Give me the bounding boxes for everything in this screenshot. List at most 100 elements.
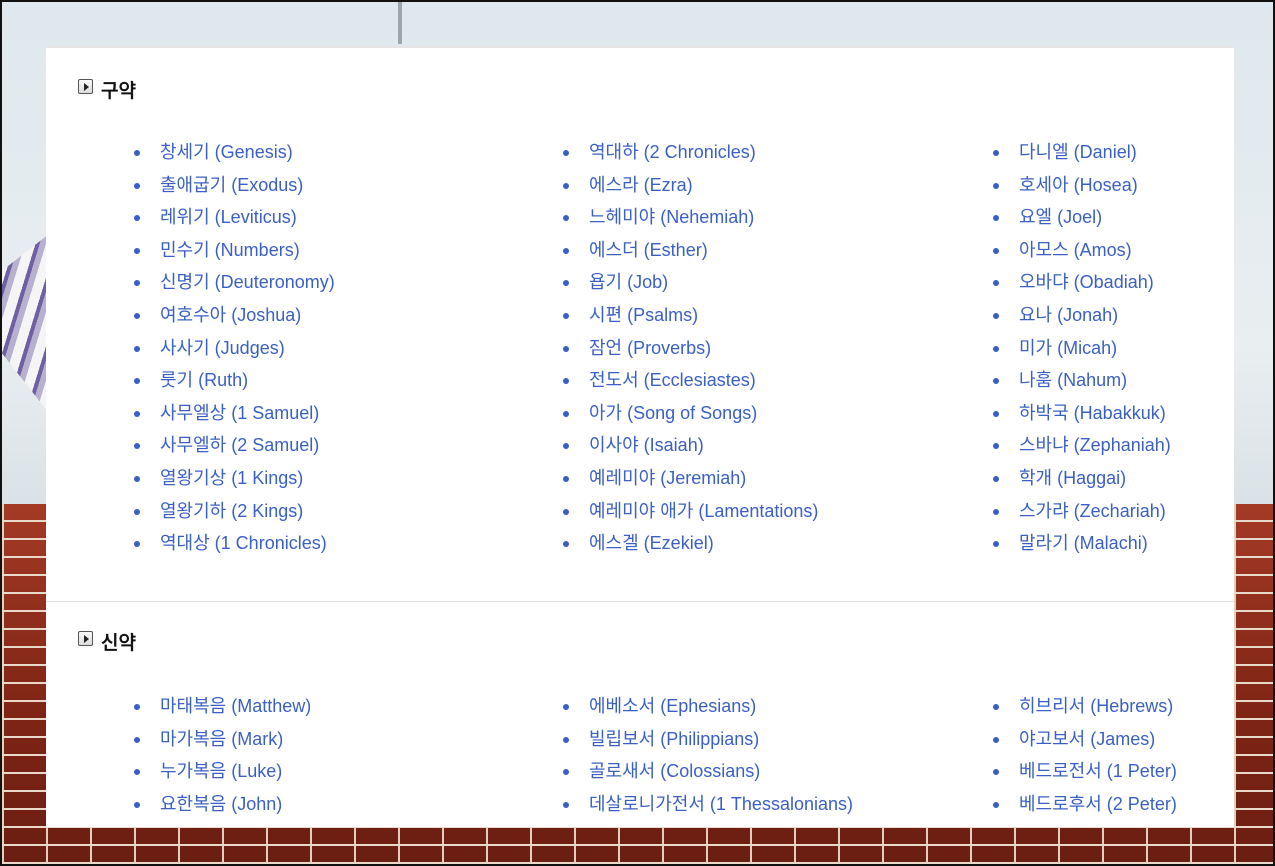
book-link[interactable]: 호세아 (Hosea) [1019,175,1138,195]
book-link[interactable]: 역대상 (1 Chronicles) [160,533,327,553]
book-list-column-3: 히브리서 (Hebrews) 야고보서 (James) 베드로전서 (1 Peter… [993,694,1177,824]
book-link[interactable]: 여호수아 (Joshua) [160,305,301,325]
book-link[interactable]: 출애굽기 (Exodus) [160,175,303,195]
book-link[interactable]: 사사기 (Judges) [160,338,285,358]
book-link[interactable]: 에스라 (Ezra) [589,175,693,195]
book-list-item: 에스겔 (Ezekiel) [563,531,818,564]
section-title: 구약 [101,80,136,102]
book-link[interactable]: 에스더 (Esther) [589,240,708,260]
book-link[interactable]: 에스겔 (Ezekiel) [589,533,714,553]
book-link[interactable]: 요엘 (Joel) [1019,207,1102,227]
book-link[interactable]: 스바냐 (Zephaniah) [1019,435,1171,455]
book-link[interactable]: 데살로니가전서 (1 Thessalonians) [589,794,853,814]
book-link[interactable]: 창세기 (Genesis) [160,142,293,162]
book-link[interactable]: 마태복음 (Matthew) [160,696,311,716]
book-link[interactable]: 히브리서 (Hebrews) [1019,696,1173,716]
book-list-item: 에스더 (Esther) [563,238,818,271]
book-list-item: 하박국 (Habakkuk) [993,401,1171,434]
book-list-item: 에베소서 (Ephesians) [563,694,853,727]
book-list-item: 에스라 (Ezra) [563,173,818,206]
book-link[interactable]: 신명기 (Deuteronomy) [160,272,335,292]
content-card: 구약 창세기 (Genesis) 출애굽기 (Exodus) 레위기 (Leviti… [46,46,1234,827]
book-list-item: 마가복음 (Mark) [134,727,311,760]
book-list-item: 나훔 (Nahum) [993,368,1171,401]
book-list-column-3: 다니엘 (Daniel) 호세아 (Hosea) 요엘 (Joel) 아모스 (Amo… [993,140,1171,564]
book-link[interactable]: 빌립보서 (Philippians) [589,729,759,749]
book-list-column-1: 마태복음 (Matthew) 마가복음 (Mark) 누가복음 (Luke) 요한복음… [134,694,311,824]
page-frame: 구약 창세기 (Genesis) 출애굽기 (Exodus) 레위기 (Leviti… [0,0,1275,866]
book-link[interactable]: 잠언 (Proverbs) [589,338,711,358]
book-list-item: 말라기 (Malachi) [993,531,1171,564]
book-list-item: 야고보서 (James) [993,727,1177,760]
book-link[interactable]: 느헤미야 (Nehemiah) [589,207,754,227]
book-list-item: 데살로니가전서 (1 Thessalonians) [563,792,853,825]
book-link[interactable]: 하박국 (Habakkuk) [1019,403,1166,423]
book-list-item: 느헤미야 (Nehemiah) [563,205,818,238]
book-link[interactable]: 말라기 (Malachi) [1019,533,1148,553]
book-link[interactable]: 오바댜 (Obadiah) [1019,272,1154,292]
book-link[interactable]: 사무엘상 (1 Samuel) [160,403,319,423]
book-link[interactable]: 열왕기상 (1 Kings) [160,468,303,488]
book-link[interactable]: 아모스 (Amos) [1019,240,1132,260]
book-link[interactable]: 열왕기하 (2 Kings) [160,501,303,521]
book-list-item: 전도서 (Ecclesiastes) [563,368,818,401]
book-link[interactable]: 미가 (Micah) [1019,338,1117,358]
book-link[interactable]: 아가 (Song of Songs) [589,403,757,423]
book-link[interactable]: 요나 (Jonah) [1019,305,1118,325]
book-link[interactable]: 골로새서 (Colossians) [589,761,760,781]
book-link[interactable]: 베드로후서 (2 Peter) [1019,794,1177,814]
book-list-item: 사사기 (Judges) [134,336,335,369]
book-list-item: 룻기 (Ruth) [134,368,335,401]
book-list-item: 여호수아 (Joshua) [134,303,335,336]
book-list-item: 요나 (Jonah) [993,303,1171,336]
book-link[interactable]: 마가복음 (Mark) [160,729,283,749]
book-link[interactable]: 룻기 (Ruth) [160,370,248,390]
book-link[interactable]: 민수기 (Numbers) [160,240,300,260]
book-list-item: 역대상 (1 Chronicles) [134,531,335,564]
book-link[interactable]: 나훔 (Nahum) [1019,370,1127,390]
book-list-item: 사무엘하 (2 Samuel) [134,433,335,466]
book-link[interactable]: 누가복음 (Luke) [160,761,282,781]
book-list-column-2: 역대하 (2 Chronicles) 에스라 (Ezra) 느헤미야 (Nehemi… [563,140,818,564]
book-link[interactable]: 베드로전서 (1 Peter) [1019,761,1177,781]
book-list-item: 이사야 (Isaiah) [563,433,818,466]
book-link[interactable]: 에베소서 (Ephesians) [589,696,756,716]
book-list-item: 열왕기상 (1 Kings) [134,466,335,499]
book-link[interactable]: 예레미야 애가 (Lamentations) [589,501,818,521]
book-list-item: 민수기 (Numbers) [134,238,335,271]
book-list-item: 히브리서 (Hebrews) [993,694,1177,727]
book-list-item: 마태복음 (Matthew) [134,694,311,727]
book-list-item: 베드로전서 (1 Peter) [993,759,1177,792]
book-link[interactable]: 스가랴 (Zechariah) [1019,501,1166,521]
book-link[interactable]: 전도서 (Ecclesiastes) [589,370,756,390]
section-header[interactable]: 신약 [78,628,136,655]
book-link[interactable]: 요한복음 (John) [160,794,282,814]
book-link[interactable]: 예레미야 (Jeremiah) [589,468,746,488]
book-list-item: 오바댜 (Obadiah) [993,270,1171,303]
section-new-testament: 신약 마태복음 (Matthew) 마가복음 (Mark) 누가복음 (Luke) 요… [46,601,1234,828]
book-list-item: 학개 (Haggai) [993,466,1171,499]
book-link[interactable]: 학개 (Haggai) [1019,468,1126,488]
book-list-item: 창세기 (Genesis) [134,140,335,173]
book-link[interactable]: 욥기 (Job) [589,272,668,292]
section-header[interactable]: 구약 [78,76,136,103]
book-list-item: 예레미야 (Jeremiah) [563,466,818,499]
book-list-item: 다니엘 (Daniel) [993,140,1171,173]
book-list-item: 호세아 (Hosea) [993,173,1171,206]
book-list-item: 신명기 (Deuteronomy) [134,270,335,303]
book-list-item: 베드로후서 (2 Peter) [993,792,1177,825]
book-link[interactable]: 야고보서 (James) [1019,729,1155,749]
book-link[interactable]: 사무엘하 (2 Samuel) [160,435,319,455]
collapse-toggle-icon[interactable] [78,79,93,94]
book-list-item: 골로새서 (Colossians) [563,759,853,792]
book-link[interactable]: 역대하 (2 Chronicles) [589,142,756,162]
book-link[interactable]: 시편 (Psalms) [589,305,698,325]
book-link[interactable]: 레위기 (Leviticus) [160,207,297,227]
collapse-toggle-icon[interactable] [78,631,93,646]
book-list-item: 빌립보서 (Philippians) [563,727,853,760]
background-panel [398,2,402,44]
book-link[interactable]: 이사야 (Isaiah) [589,435,704,455]
section-old-testament: 구약 창세기 (Genesis) 출애굽기 (Exodus) 레위기 (Leviti… [46,48,1234,600]
book-link[interactable]: 다니엘 (Daniel) [1019,142,1137,162]
book-list-item: 미가 (Micah) [993,336,1171,369]
